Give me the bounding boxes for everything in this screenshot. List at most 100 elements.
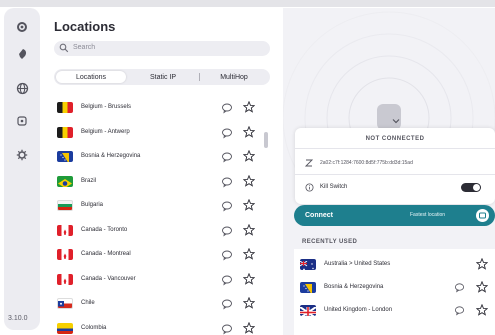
tab-locations[interactable]: Locations: [56, 71, 126, 83]
belgium-flag-icon: [57, 102, 73, 113]
canada-flag-icon: [57, 273, 73, 285]
recent-row[interactable]: United Kingdom - London: [294, 299, 495, 321]
rocket-icon[interactable]: [12, 44, 32, 64]
location-label: Canada - Toronto: [81, 226, 128, 233]
search-input[interactable]: Search: [54, 41, 270, 56]
canada-flag-icon: [57, 224, 73, 236]
star-icon[interactable]: [243, 321, 255, 334]
location-row[interactable]: Bulgaria: [44, 194, 264, 219]
canada-flag-icon: [57, 249, 73, 260]
tab-multihop[interactable]: MultiHop: [200, 71, 268, 83]
star-icon[interactable]: [476, 304, 488, 316]
toggle-knob: [473, 184, 480, 191]
location-row[interactable]: Canada - Montreal: [44, 243, 264, 268]
location-row[interactable]: Chile: [44, 292, 264, 317]
star-icon[interactable]: [243, 199, 255, 211]
chat-bubble-icon[interactable]: [221, 176, 233, 188]
settings-icon[interactable]: [12, 145, 32, 165]
star-icon[interactable]: [243, 297, 255, 309]
connection-status: NOT CONNECTED: [365, 136, 425, 142]
nav-rail: 3.10.0: [4, 8, 40, 330]
fastest-location-label: Fastest location: [410, 212, 446, 218]
recent-label: United Kingdom - London: [324, 307, 393, 313]
star-icon[interactable]: [476, 281, 488, 293]
bulgaria-flag-icon: [57, 200, 73, 211]
location-row[interactable]: Brazil: [44, 170, 264, 195]
search-placeholder: Search: [73, 44, 96, 51]
kill-switch-toggle[interactable]: [461, 183, 481, 192]
bosnia-flag-icon: [57, 151, 73, 162]
chat-bubble-icon[interactable]: [454, 282, 465, 293]
card-divider: [295, 148, 495, 149]
info-icon: [305, 183, 314, 192]
kill-switch-label: Kill Switch: [320, 184, 348, 190]
gear-icon[interactable]: [12, 17, 32, 37]
search-icon: [59, 43, 69, 53]
connect-button[interactable]: Connect Fastest location: [294, 205, 495, 226]
location-row[interactable]: Colombia: [44, 317, 264, 335]
chat-bubble-icon[interactable]: [221, 127, 233, 139]
page-title: Locations: [54, 19, 116, 34]
network-icon[interactable]: [12, 111, 32, 131]
location-row[interactable]: Canada - Toronto: [44, 219, 264, 244]
location-label: Chile: [81, 300, 95, 306]
location-label: Colombia: [81, 324, 107, 331]
star-icon[interactable]: [243, 101, 255, 113]
star-icon[interactable]: [243, 223, 255, 236]
list-scrollbar[interactable]: [264, 132, 268, 148]
connect-label: Connect: [305, 212, 333, 219]
recent-row[interactable]: Bosnia & Herzegovina: [294, 276, 495, 298]
window-top-bar: [0, 0, 495, 7]
chat-bubble-icon[interactable]: [221, 274, 233, 286]
star-icon[interactable]: [243, 248, 255, 260]
location-label: Canada - Vancouver: [81, 275, 136, 282]
location-label: Bosnia & Herzegovina: [81, 153, 141, 159]
location-label: Belgium - Brussels: [81, 104, 132, 110]
star-icon[interactable]: [476, 258, 488, 270]
location-label: Bulgaria: [81, 202, 104, 208]
card-divider: [295, 174, 495, 175]
locations-panel: Locations Search Locations Static IP Mul…: [44, 8, 276, 335]
location-label: Belgium - Antwerp: [81, 128, 130, 135]
ip-address-icon: [305, 159, 313, 167]
star-icon[interactable]: [243, 125, 255, 138]
location-label: Brazil: [81, 177, 97, 184]
location-picker-icon[interactable]: [476, 209, 489, 222]
chat-bubble-icon[interactable]: [221, 102, 233, 114]
app-version: 3.10.0: [8, 315, 28, 322]
recently-used-title: RECENTLY USED: [302, 239, 358, 245]
location-label: Canada - Montreal: [81, 251, 131, 257]
recently-used-panel: RECENTLY USED Australia > United States …: [294, 234, 495, 335]
location-row[interactable]: Belgium - Brussels: [44, 96, 264, 121]
star-icon[interactable]: [243, 174, 255, 187]
location-row[interactable]: Belgium - Antwerp: [44, 121, 264, 146]
recent-row[interactable]: Australia > United States: [294, 253, 495, 275]
recent-label: Australia > United States: [324, 261, 391, 267]
ip-address: 2a02:c7f:1284:7600:8d5f:775b:dd3d:15ad: [320, 160, 413, 166]
chat-bubble-icon[interactable]: [221, 151, 233, 163]
star-icon[interactable]: [243, 150, 255, 162]
location-row[interactable]: Bosnia & Herzegovina: [44, 145, 264, 170]
chat-bubble-icon[interactable]: [221, 298, 233, 310]
uk-flag-icon: [300, 305, 316, 316]
chat-bubble-icon[interactable]: [221, 200, 233, 212]
chile-flag-icon: [57, 298, 73, 309]
bosnia-flag-icon: [300, 282, 316, 293]
recently-used-header: RECENTLY USED: [294, 234, 495, 249]
location-tabs: Locations Static IP MultiHop: [54, 69, 270, 85]
tab-static-ip[interactable]: Static IP: [128, 71, 198, 83]
belgium-flag-icon: [57, 126, 73, 138]
chat-bubble-icon[interactable]: [221, 225, 233, 237]
chat-bubble-icon[interactable]: [454, 305, 465, 316]
recent-label: Bosnia & Herzegovina: [324, 284, 384, 290]
brazil-flag-icon: [57, 175, 73, 187]
connection-status-card: NOT CONNECTED 2a02:c7f:1284:7600:8d5f:77…: [295, 119, 495, 204]
chat-bubble-icon[interactable]: [221, 323, 233, 335]
chevron-down-icon[interactable]: [391, 116, 401, 126]
colombia-flag-icon: [57, 322, 73, 334]
location-row[interactable]: Canada - Vancouver: [44, 268, 264, 293]
star-icon[interactable]: [243, 272, 255, 285]
chat-bubble-icon[interactable]: [221, 249, 233, 261]
australia-flag-icon: [300, 259, 316, 270]
globe-icon[interactable]: [12, 78, 32, 98]
